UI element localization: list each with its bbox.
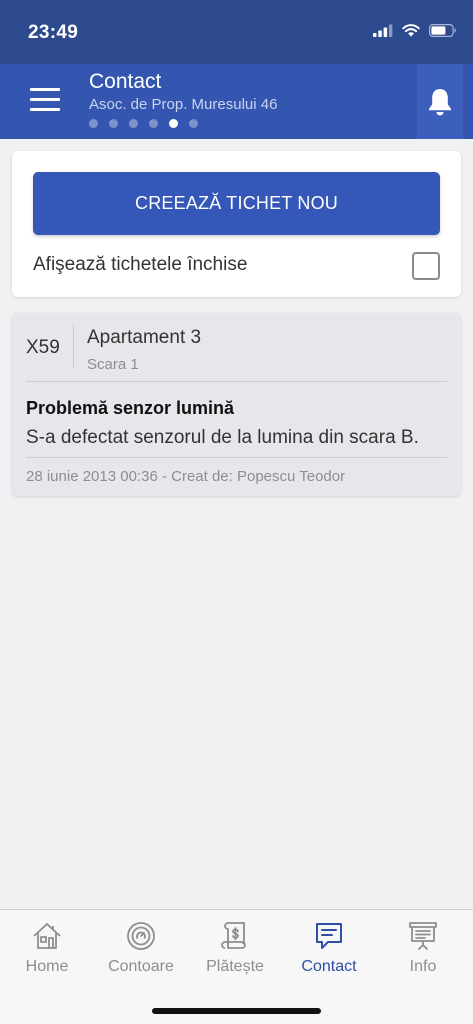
tab-label: Contoare <box>108 958 174 975</box>
create-ticket-button[interactable]: CREEAZĂ TICHET NOU <box>33 172 440 235</box>
battery-icon <box>429 24 456 37</box>
page-dot <box>189 119 198 128</box>
hamburger-menu-button[interactable] <box>22 88 66 118</box>
tab-label: Contact <box>301 958 357 975</box>
ticket-card[interactable]: X59 Apartament 3 Scara 1 Problemă senzor… <box>12 313 461 496</box>
tab-contact[interactable]: Contact <box>282 910 376 990</box>
bill-icon <box>221 922 246 949</box>
bottom-tab-bar: Home Contoare Plătește Contact Info <box>0 909 473 1024</box>
ticket-separator <box>26 457 447 458</box>
page-dot <box>89 119 98 128</box>
bell-icon <box>429 88 451 115</box>
wifi-icon <box>402 24 420 37</box>
status-icons <box>373 24 457 37</box>
chat-icon <box>316 923 342 949</box>
ticket-title: Problemă senzor lumină <box>26 398 235 418</box>
meter-icon <box>127 922 155 950</box>
page-indicator <box>89 119 198 128</box>
status-bar: 23:49 <box>0 0 473 64</box>
page-dot-active <box>169 119 178 128</box>
notifications-button[interactable] <box>417 64 463 139</box>
show-closed-tickets-label: Afişează tichetele închise <box>33 254 248 275</box>
app-header: Contact Asoc. de Prop. Muresului 46 <box>0 64 473 139</box>
status-time: 23:49 <box>28 22 79 43</box>
tab-label: Plătește <box>206 958 264 975</box>
tab-info[interactable]: Info <box>376 910 470 990</box>
ticket-actions-card: CREEAZĂ TICHET NOU Afişează tichetele în… <box>12 151 461 297</box>
ticket-meta: 28 iunie 2013 00:36 - Creat de: Popescu … <box>26 468 346 485</box>
ticket-apartment: Apartament 3 <box>87 327 202 348</box>
association-name: Asoc. de Prop. Muresului 46 <box>89 96 278 113</box>
ticket-id: X59 <box>26 337 60 358</box>
page-dot <box>129 119 138 128</box>
info-board-icon <box>409 922 437 950</box>
tab-plateste[interactable]: Plătește <box>188 910 282 990</box>
hamburger-icon <box>30 88 60 91</box>
page-dot <box>109 119 118 128</box>
cellular-signal-icon <box>373 24 393 37</box>
home-icon <box>33 923 61 949</box>
tab-contoare[interactable]: Contoare <box>94 910 188 990</box>
ticket-separator <box>26 381 447 382</box>
tab-label: Info <box>409 958 437 975</box>
tab-home[interactable]: Home <box>0 910 94 990</box>
show-closed-tickets-checkbox[interactable] <box>412 252 440 280</box>
page-title: Contact <box>89 70 162 93</box>
ticket-description: S-a defectat senzorul de la lumina din s… <box>26 427 419 448</box>
page-dot <box>149 119 158 128</box>
ticket-staircase: Scara 1 <box>87 356 139 373</box>
home-indicator <box>152 1008 321 1014</box>
ticket-divider <box>73 325 74 369</box>
tab-label: Home <box>25 958 69 975</box>
